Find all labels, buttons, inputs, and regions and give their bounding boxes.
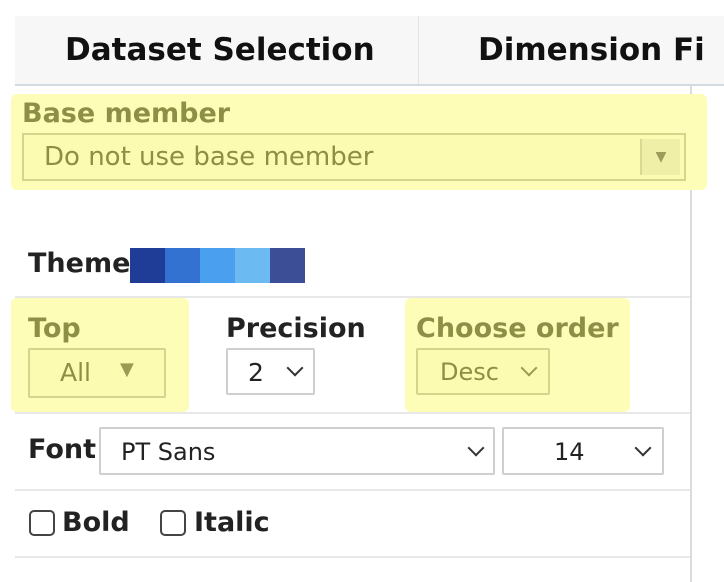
italic-checkbox[interactable] (160, 510, 186, 536)
top-value: All (60, 358, 91, 387)
divider (15, 489, 690, 491)
precision-label: Precision (226, 313, 366, 344)
order-label: Choose order (416, 313, 619, 344)
theme-swatch (200, 248, 235, 283)
order-select[interactable]: Desc (416, 348, 550, 395)
base-member-select[interactable]: Do not use base member ▼ (22, 133, 686, 181)
base-member-dropdown-button[interactable]: ▼ (640, 139, 680, 175)
divider (15, 556, 690, 558)
chevron-down-icon (520, 359, 538, 377)
font-family-select[interactable]: PT Sans (99, 427, 495, 475)
tab-divider (418, 16, 419, 84)
divider (15, 412, 690, 414)
bold-checkbox[interactable] (29, 510, 55, 536)
tab-dataset-selection[interactable]: Dataset Selection (65, 16, 375, 84)
tab-bar: Dataset Selection Dimension Fi (15, 16, 724, 86)
precision-select[interactable]: 2 (226, 348, 315, 395)
font-size-select[interactable]: 14 (502, 427, 664, 475)
chevron-down-icon (467, 439, 485, 457)
chevron-down-icon (286, 359, 304, 377)
caret-down-icon: ▼ (120, 359, 134, 380)
font-family-value: PT Sans (121, 438, 216, 466)
top-label: Top (28, 313, 81, 344)
base-member-value: Do not use base member (44, 142, 374, 172)
order-value: Desc (440, 358, 499, 386)
theme-swatch (130, 248, 165, 283)
top-select[interactable]: All ▼ (28, 348, 166, 398)
chevron-down-icon (634, 439, 652, 457)
tab-dimension-filter[interactable]: Dimension Fi (478, 16, 724, 84)
theme-label: Theme (28, 248, 131, 279)
italic-label[interactable]: Italic (194, 507, 270, 538)
precision-value: 2 (248, 358, 264, 387)
bold-label[interactable]: Bold (62, 507, 130, 538)
caret-down-icon: ▼ (655, 149, 667, 165)
theme-swatch (270, 248, 305, 283)
base-member-label: Base member (22, 98, 231, 129)
theme-swatch (165, 248, 200, 283)
theme-swatch (235, 248, 270, 283)
font-label: Font (28, 434, 97, 465)
font-size-value: 14 (554, 438, 585, 466)
